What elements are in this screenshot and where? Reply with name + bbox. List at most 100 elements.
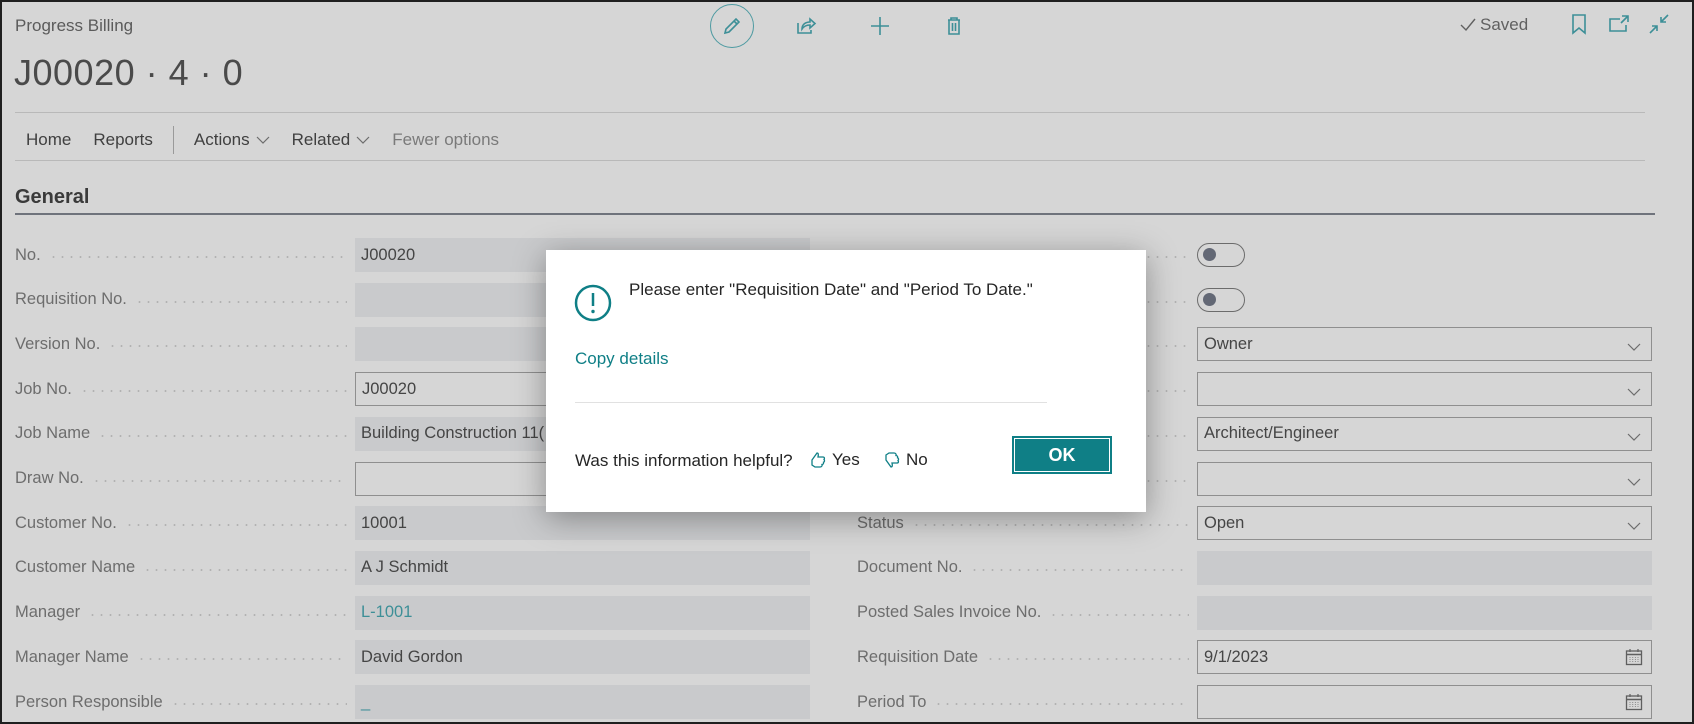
menu-home[interactable]: Home <box>15 128 82 152</box>
ok-button[interactable]: OK <box>1012 436 1112 474</box>
collapse-button[interactable] <box>1648 12 1670 36</box>
leader-dots <box>1049 613 1189 616</box>
field-label-text: Version No. <box>15 334 101 353</box>
dropdown-button[interactable] <box>1627 427 1641 446</box>
open-new-window-button[interactable] <box>1608 12 1630 36</box>
info-exclamation-icon <box>574 284 612 322</box>
toggle-knob <box>1203 248 1216 261</box>
menu-actions[interactable]: Actions <box>183 128 281 152</box>
message-dialog: Please enter "Requisition Date" and "Per… <box>546 250 1146 512</box>
select-unlabeled-2[interactable]: Owner <box>1197 327 1652 362</box>
field-label: Document No. <box>857 558 1197 577</box>
field-label: Status <box>857 514 1197 533</box>
menu-reports[interactable]: Reports <box>82 128 164 152</box>
field-value: 10001 <box>361 513 407 532</box>
collapse-icon <box>1649 14 1669 34</box>
field-label: Requisition No. <box>15 290 355 309</box>
field-value: J00020 <box>362 379 417 398</box>
date-input-requisition-date[interactable]: 9/1/2023 <box>1197 640 1652 675</box>
chevron-down-icon <box>1627 522 1641 531</box>
field-label: Manager <box>15 603 355 622</box>
page-title: J00020 · 4 · 0 <box>14 52 244 93</box>
action-toolbar <box>710 4 1006 48</box>
input-person-responsible[interactable]: _ <box>355 685 810 719</box>
field-row-manager-name: Manager Name David Gordon <box>15 640 810 675</box>
checkmark-icon <box>1460 18 1476 32</box>
field-label-text: Draw No. <box>15 469 84 487</box>
feedback-yes-button[interactable]: Yes <box>810 450 860 470</box>
toggle-switch[interactable] <box>1197 243 1245 267</box>
select-status[interactable]: Open <box>1197 506 1652 541</box>
leader-dots <box>170 703 347 705</box>
field-label-text: Customer No. <box>15 513 117 532</box>
feedback-no-button[interactable]: No <box>884 450 928 470</box>
menu-related[interactable]: Related <box>281 128 382 152</box>
leader-dots <box>911 524 1189 527</box>
dropdown-button[interactable] <box>1627 337 1641 356</box>
field-row-manager: Manager L-1001 <box>15 595 810 630</box>
field-value: David Gordon <box>361 647 463 666</box>
delete-icon <box>948 17 960 35</box>
menu-related-label: Related <box>291 130 351 149</box>
field-label-text: Posted Sales Invoice No. <box>857 603 1042 622</box>
menu-fewer-options[interactable]: Fewer options <box>381 128 510 152</box>
field-label-text: Job Name <box>15 424 91 443</box>
calendar-icon[interactable] <box>1625 693 1643 711</box>
dropdown-button[interactable] <box>1627 472 1641 491</box>
input-manager[interactable]: L-1001 <box>355 595 810 630</box>
dialog-message: Please enter "Requisition Date" and "Per… <box>629 280 1033 299</box>
field-label-text: Period To <box>857 692 927 711</box>
field-row-customer-name: Customer Name A J Schmidt <box>15 550 810 585</box>
header-divider <box>15 112 1645 113</box>
field-row-posted-sales-invoice-no: Posted Sales Invoice No. <box>857 595 1652 630</box>
menu-separator <box>172 126 174 154</box>
open-new-window-icon <box>1609 15 1629 32</box>
field-label: Customer Name <box>15 558 355 577</box>
edit-button[interactable] <box>710 4 754 48</box>
date-picker-button[interactable] <box>1625 693 1643 716</box>
select-unlabeled-5[interactable] <box>1197 461 1652 496</box>
bookmark-button[interactable] <box>1568 12 1590 36</box>
field-value: Open <box>1204 513 1245 532</box>
field-label: Job No. <box>15 380 355 399</box>
edit-icon <box>723 17 741 35</box>
menu-fewer-options-label: Fewer options <box>392 130 500 149</box>
select-unlabeled-3[interactable] <box>1197 372 1652 407</box>
new-icon <box>871 17 889 35</box>
menu-divider <box>15 160 1645 161</box>
field-value: 9/1/2023 <box>1204 647 1269 666</box>
field-label-text: Status <box>857 513 904 532</box>
toggle-switch[interactable] <box>1197 287 1245 312</box>
chevron-down-icon <box>356 136 370 144</box>
dropdown-button[interactable] <box>1627 516 1641 535</box>
page-window-controls <box>1568 12 1670 36</box>
field-value: _ <box>361 692 371 711</box>
leader-dots <box>143 568 347 571</box>
dropdown-button[interactable] <box>1627 382 1641 401</box>
field-label: Draw No. <box>15 469 355 488</box>
section-general-title[interactable]: General <box>15 186 89 209</box>
feedback-yes-label: Yes <box>832 450 860 469</box>
field-value: Building Construction 11( <box>361 424 545 443</box>
date-picker-button[interactable] <box>1625 648 1643 671</box>
saved-status: Saved <box>1460 15 1528 35</box>
thumbs-up-icon <box>811 452 826 468</box>
menu-actions-label: Actions <box>193 130 250 149</box>
delete-button[interactable] <box>932 4 976 48</box>
toggle-knob <box>1203 292 1216 306</box>
date-input-period-to[interactable] <box>1197 685 1652 719</box>
field-label-text: No. <box>15 245 41 264</box>
select-unlabeled-4[interactable]: Architect/Engineer <box>1197 416 1652 451</box>
leader-dots <box>108 345 347 348</box>
share-button[interactable] <box>784 4 828 48</box>
field-row-document-no: Document No. <box>857 550 1652 585</box>
input-manager-name: David Gordon <box>355 640 810 675</box>
new-button[interactable] <box>858 4 902 48</box>
page-caption: Progress Billing <box>15 16 134 35</box>
copy-details-link[interactable]: Copy details <box>575 349 669 369</box>
leader-dots <box>48 256 347 258</box>
dialog-divider <box>575 402 1047 403</box>
calendar-icon[interactable] <box>1625 648 1643 666</box>
menu-home-label: Home <box>26 130 72 149</box>
input-posted-sales-invoice-no <box>1197 595 1652 630</box>
